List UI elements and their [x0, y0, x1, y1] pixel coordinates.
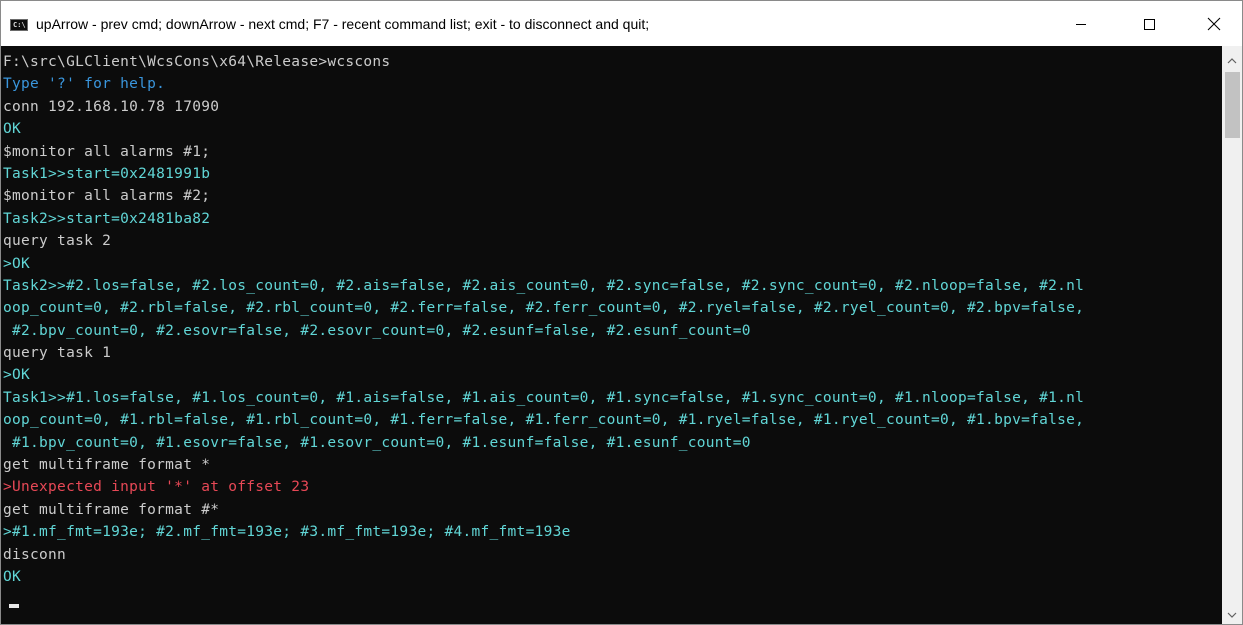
- console-line: >Unexpected input '*' at offset 23: [3, 479, 310, 496]
- console-line: Task2>>#2.los=false, #2.los_count=0, #2.…: [3, 277, 1085, 294]
- console-line: $monitor all alarms #1;: [3, 143, 211, 160]
- console-line: F:\src\GLClient\WcsCons\x64\Release>wcsc…: [3, 54, 391, 70]
- console-line: get multiframe format *: [3, 457, 211, 474]
- maximize-button[interactable]: [1126, 1, 1172, 46]
- console-line: $monitor all alarms #2;: [3, 188, 211, 205]
- console-line: #1.bpv_count=0, #1.esovr=false, #1.esovr…: [3, 434, 751, 451]
- minimize-icon: [1076, 23, 1086, 25]
- console-line: Type '?' for help.: [3, 76, 166, 93]
- close-button[interactable]: [1191, 1, 1237, 46]
- console-line: oop_count=0, #2.rbl=false, #2.rbl_count=…: [3, 300, 1085, 317]
- title-bar[interactable]: C:\ upArrow - prev cmd; downArrow - next…: [1, 1, 1242, 46]
- console-line: OK: [3, 568, 22, 585]
- chevron-down-icon: [1227, 612, 1237, 618]
- console-window: C:\ upArrow - prev cmd; downArrow - next…: [0, 0, 1243, 625]
- console-line: get multiframe format #*: [3, 501, 220, 518]
- console-text: F:\src\GLClient\WcsCons\x64\Release>wcsc…: [3, 51, 1084, 588]
- console-line: >OK: [3, 255, 31, 272]
- console-output-area[interactable]: F:\src\GLClient\WcsCons\x64\Release>wcsc…: [1, 46, 1222, 624]
- console-line: query task 2: [3, 233, 112, 250]
- console-line: Task1>>#1.los=false, #1.los_count=0, #1.…: [3, 389, 1085, 406]
- console-line: >OK: [3, 367, 31, 384]
- maximize-icon: [1144, 18, 1155, 30]
- console-line: >#1.mf_fmt=193e; #2.mf_fmt=193e; #3.mf_f…: [3, 524, 571, 541]
- console-line: query task 1: [3, 345, 112, 362]
- text-cursor: [9, 604, 19, 608]
- chevron-up-icon: [1227, 58, 1237, 64]
- app-icon-label: C:\: [13, 21, 26, 29]
- console-line: Task1>>start=0x2481991b: [3, 165, 211, 182]
- console-line: oop_count=0, #1.rbl=false, #1.rbl_count=…: [3, 412, 1085, 429]
- console-line: OK: [3, 121, 22, 138]
- console-line: Task2>>start=0x2481ba82: [3, 210, 211, 227]
- console-app-icon[interactable]: C:\: [10, 19, 28, 31]
- console-line: #2.bpv_count=0, #2.esovr=false, #2.esovr…: [3, 322, 751, 339]
- console-line: disconn: [3, 546, 67, 563]
- vertical-scrollbar[interactable]: [1222, 46, 1242, 624]
- scroll-down-button[interactable]: [1222, 606, 1242, 624]
- scrollbar-thumb[interactable]: [1225, 72, 1240, 138]
- close-icon: [1207, 17, 1221, 30]
- minimize-button[interactable]: [1058, 1, 1104, 46]
- scroll-up-button[interactable]: [1222, 52, 1242, 70]
- console-line: conn 192.168.10.78 17090: [3, 98, 220, 115]
- window-title: upArrow - prev cmd; downArrow - next cmd…: [36, 16, 650, 32]
